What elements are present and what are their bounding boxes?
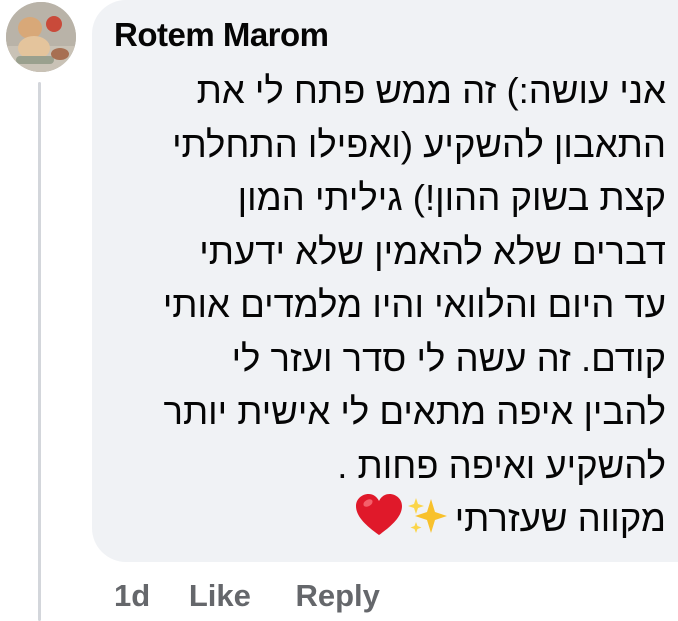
comment-author[interactable]: Rotem Marom (114, 16, 329, 54)
avatar[interactable] (6, 2, 76, 72)
comment-line: קצת בשוק ההון!) גיליתי המון (237, 177, 666, 218)
comment-actions: 1d Like Reply (114, 578, 380, 614)
comment-line: להשקיע ואיפה פחות . (337, 444, 666, 486)
comment-line: אני עושה:) זה ממש פתח לי את (196, 70, 666, 111)
comment-last-line-text: מקווה שעזרתי (454, 498, 666, 539)
comment-last-line: מקווה שעזרתי (106, 492, 666, 546)
comment-line: התאבון להשקיע (ואפילו התחלתי (172, 123, 666, 165)
comment-line: קודם. זה עשה לי סדר ועזר לי (231, 337, 666, 379)
red-heart-icon (355, 494, 402, 535)
comment-line: להבין איפה מתאים לי אישית יותר (163, 391, 666, 432)
comment-line: דברים שלא להאמין שלא ידעתי (199, 230, 666, 272)
comment-bubble: Rotem Marom אני עושה:) זה ממש פתח לי את … (92, 0, 678, 562)
comment-timestamp[interactable]: 1d (114, 578, 150, 614)
like-button[interactable]: Like (189, 578, 251, 614)
comment-line: עד היום והלוואי והיו מלמדים אותי (162, 284, 666, 325)
comment-body: אני עושה:) זה ממש פתח לי את התאבון להשקי… (106, 64, 666, 546)
profile-photo-icon (6, 2, 76, 72)
sparkles-icon (407, 498, 447, 533)
reply-thread-line (38, 82, 41, 621)
reply-button[interactable]: Reply (295, 578, 379, 614)
